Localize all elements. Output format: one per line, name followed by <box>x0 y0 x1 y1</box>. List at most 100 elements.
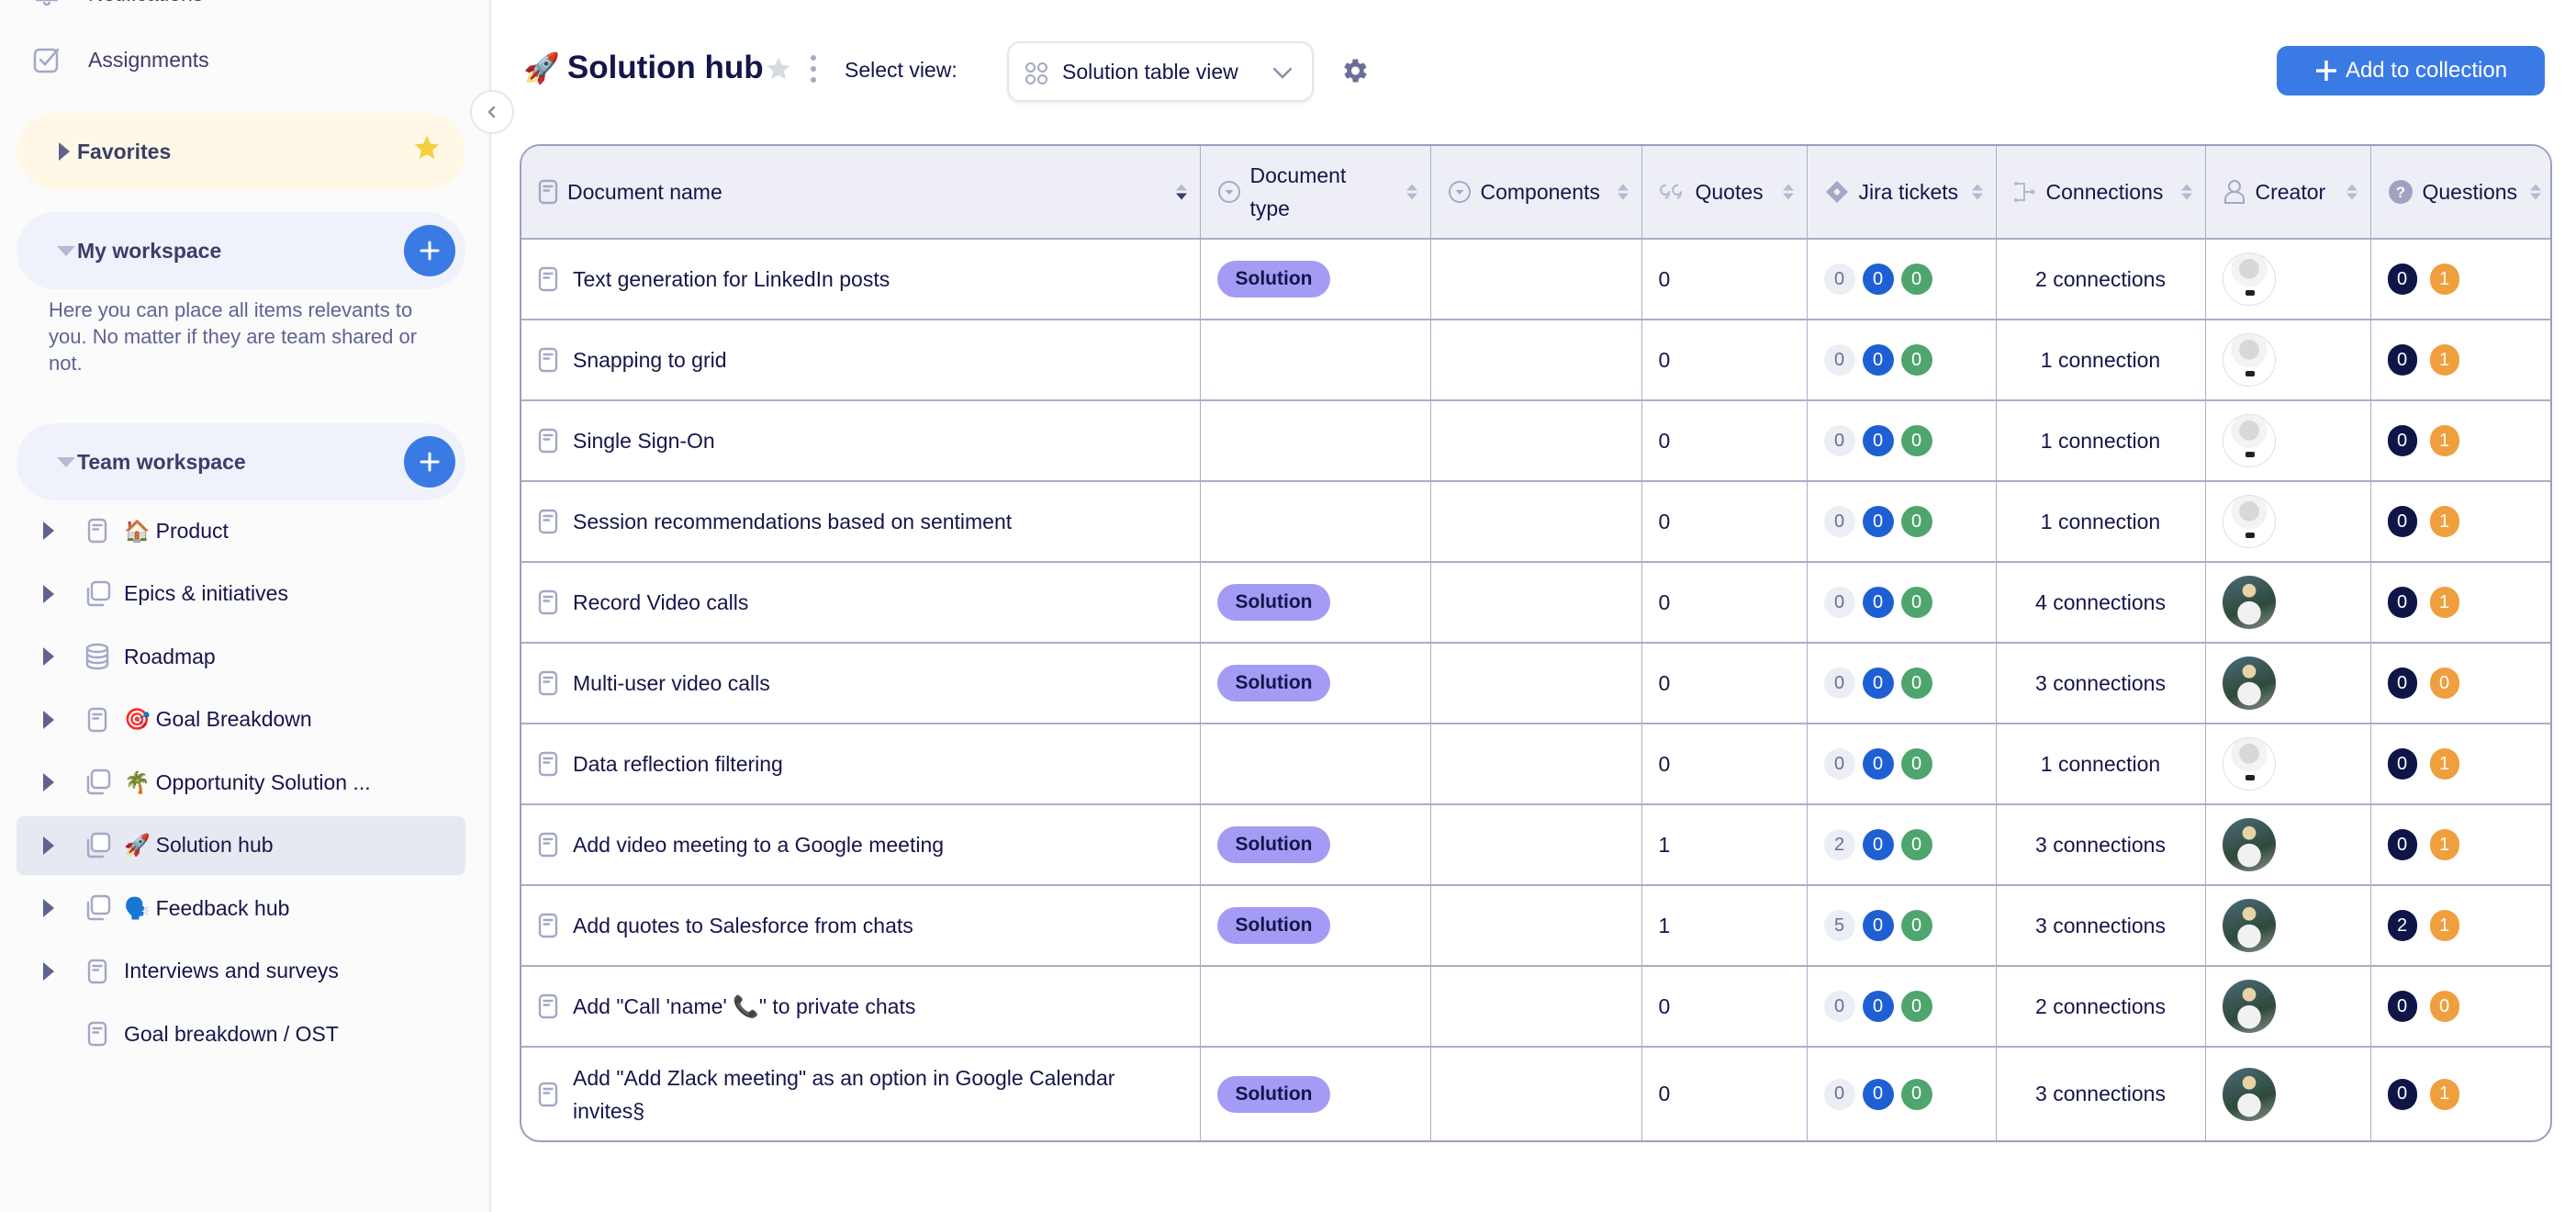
view-select-dropdown[interactable]: Solution table view <box>1007 41 1314 102</box>
document-name-cell[interactable]: Session recommendations based on sentime… <box>521 481 1201 563</box>
sidebar-tree-item[interactable]: Goal breakdown / OST <box>17 1004 465 1063</box>
expand-caret-icon[interactable] <box>43 899 54 917</box>
sidebar-tree-item[interactable]: Roadmap <box>17 627 465 686</box>
sidebar-tree-item[interactable]: Interviews and surveys <box>17 942 465 1001</box>
connections-cell[interactable]: 4 connections <box>1996 562 2206 644</box>
quotes-cell[interactable]: 0 <box>1641 966 1808 1048</box>
questions-cell[interactable]: 01 <box>2370 400 2550 482</box>
sidebar-tree-item[interactable]: 🌴 Opportunity Solution ... <box>17 753 465 812</box>
creator-cell[interactable] <box>2205 966 2371 1048</box>
table-row[interactable]: Data reflection filtering 0 0 0 0 1 connectio… <box>521 724 2550 805</box>
column-header[interactable]: Creator <box>2205 146 2371 240</box>
column-header[interactable]: Components <box>1430 146 1642 240</box>
table-row[interactable]: Record Video calls Solution 0 0 0 0 4 connecti… <box>521 562 2550 644</box>
quotes-cell[interactable]: 0 <box>1641 400 1808 482</box>
table-row[interactable]: Snapping to grid 0 0 0 0 1 connection 0 1 <box>521 320 2550 401</box>
components-cell[interactable] <box>1430 804 1642 886</box>
sort-icon[interactable] <box>1406 184 1417 200</box>
questions-cell[interactable]: 01 <box>2370 1047 2550 1140</box>
questions-cell[interactable]: 01 <box>2370 239 2550 320</box>
document-type-cell[interactable]: Solution <box>1200 643 1431 724</box>
document-link[interactable]: Record Video calls <box>538 586 1183 619</box>
components-cell[interactable] <box>1430 724 1642 805</box>
document-link[interactable]: Text generation for LinkedIn posts <box>538 263 1183 296</box>
components-cell[interactable] <box>1430 885 1642 967</box>
expand-caret-icon[interactable] <box>43 773 54 791</box>
document-link[interactable]: Multi-user video calls <box>538 667 1183 700</box>
questions-cell[interactable]: 01 <box>2370 481 2550 563</box>
creator-cell[interactable] <box>2205 239 2371 320</box>
document-type-cell[interactable]: Solution <box>1200 239 1431 320</box>
document-link[interactable]: Add "Add Zlack meeting" as an option in … <box>538 1061 1183 1128</box>
document-type-cell[interactable] <box>1200 966 1431 1048</box>
sidebar-tree-item[interactable]: 🚀 Solution hub <box>17 815 465 875</box>
connections-cell[interactable]: 2 connections <box>1996 239 2206 320</box>
jira-tickets-cell[interactable]: 000 <box>1807 481 1997 563</box>
table-row[interactable]: Text generation for LinkedIn posts Soluti… <box>521 239 2550 320</box>
quotes-cell[interactable]: 0 <box>1641 481 1808 563</box>
document-type-cell[interactable] <box>1200 320 1431 401</box>
column-header[interactable]: ? Questions <box>2370 146 2550 240</box>
questions-cell[interactable]: 00 <box>2370 966 2550 1048</box>
creator-avatar[interactable] <box>2222 899 2276 952</box>
document-name-cell[interactable]: Add quotes to Salesforce from chats <box>521 885 1201 967</box>
expand-caret-icon[interactable] <box>43 647 54 666</box>
document-type-cell[interactable]: Solution <box>1200 885 1431 967</box>
quotes-cell[interactable]: 1 <box>1641 804 1808 886</box>
components-cell[interactable] <box>1430 481 1642 563</box>
jira-tickets-cell[interactable]: 000 <box>1807 724 1997 805</box>
sidebar-tree-item[interactable]: 🎯 Goal Breakdown <box>17 690 465 749</box>
creator-avatar[interactable] <box>2222 980 2276 1033</box>
nav-notifications[interactable]: Notifications <box>33 0 203 7</box>
connections-cell[interactable]: 3 connections <box>1996 643 2206 724</box>
questions-cell[interactable]: 01 <box>2370 724 2550 805</box>
column-header[interactable]: Document type <box>1200 146 1431 240</box>
expand-caret-icon[interactable] <box>43 584 54 603</box>
document-link[interactable]: Add "Call 'name' 📞" to private chats <box>538 990 1183 1023</box>
sort-icon[interactable] <box>1971 184 1983 200</box>
jira-tickets-cell[interactable]: 500 <box>1807 885 1997 967</box>
creator-avatar[interactable] <box>2222 333 2276 387</box>
table-row[interactable]: Add video meeting to a Google meeting Sol… <box>521 804 2550 886</box>
document-link[interactable]: Single Sign-On <box>538 424 1183 457</box>
more-options-button[interactable] <box>808 55 819 83</box>
connections-cell[interactable]: 3 connections <box>1996 885 2206 967</box>
components-cell[interactable] <box>1430 1047 1642 1140</box>
document-type-cell[interactable] <box>1200 481 1431 563</box>
collapse-sidebar-button[interactable] <box>470 90 514 134</box>
sort-icon[interactable] <box>1617 184 1629 200</box>
quotes-cell[interactable]: 1 <box>1641 885 1808 967</box>
sort-icon[interactable] <box>1175 184 1187 200</box>
document-name-cell[interactable]: Add "Call 'name' 📞" to private chats <box>521 966 1201 1048</box>
sidebar-tree-item[interactable]: Epics & initiatives <box>17 565 465 623</box>
jira-tickets-cell[interactable]: 000 <box>1807 1047 1997 1140</box>
column-header[interactable]: Quotes <box>1641 146 1808 240</box>
jira-tickets-cell[interactable]: 000 <box>1807 643 1997 724</box>
favorites-section[interactable]: Favorites <box>17 113 465 190</box>
document-name-cell[interactable]: Single Sign-On <box>521 400 1201 482</box>
components-cell[interactable] <box>1430 643 1642 724</box>
creator-avatar[interactable] <box>2222 656 2276 710</box>
quotes-cell[interactable]: 0 <box>1641 562 1808 644</box>
column-header[interactable]: Connections <box>1996 146 2206 240</box>
connections-cell[interactable]: 1 connection <box>1996 400 2206 482</box>
document-type-cell[interactable] <box>1200 400 1431 482</box>
team-workspace-section[interactable]: Team workspace <box>17 423 465 500</box>
document-link[interactable]: Add quotes to Salesforce from chats <box>538 909 1183 942</box>
creator-avatar[interactable] <box>2222 414 2276 467</box>
creator-cell[interactable] <box>2205 1047 2371 1140</box>
creator-cell[interactable] <box>2205 885 2371 967</box>
document-type-cell[interactable]: Solution <box>1200 1047 1431 1140</box>
creator-cell[interactable] <box>2205 643 2371 724</box>
creator-cell[interactable] <box>2205 481 2371 563</box>
document-link[interactable]: Data reflection filtering <box>538 747 1183 780</box>
quotes-cell[interactable]: 0 <box>1641 724 1808 805</box>
expand-caret-icon[interactable] <box>43 710 54 729</box>
questions-cell[interactable]: 01 <box>2370 320 2550 401</box>
document-link[interactable]: Snapping to grid <box>538 343 1183 376</box>
document-type-cell[interactable]: Solution <box>1200 804 1431 886</box>
quotes-cell[interactable]: 0 <box>1641 239 1808 320</box>
creator-cell[interactable] <box>2205 320 2371 401</box>
components-cell[interactable] <box>1430 320 1642 401</box>
table-row[interactable]: Session recommendations based on sentime… <box>521 481 2550 563</box>
